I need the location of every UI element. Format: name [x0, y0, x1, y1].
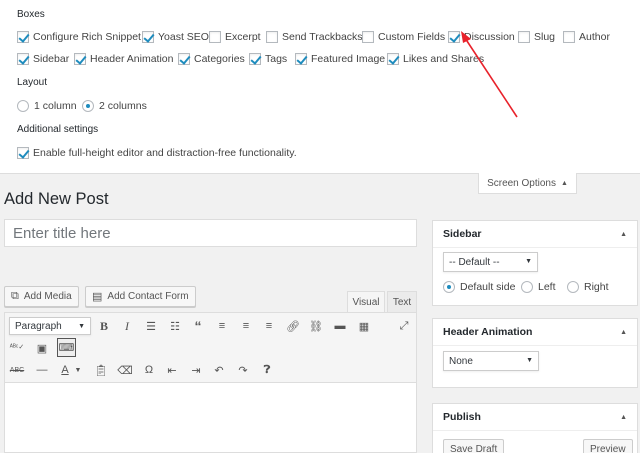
fullheight-editor-option[interactable]: Enable full-height editor and distractio…	[17, 147, 297, 159]
page-title: Add New Post	[4, 190, 109, 208]
save-draft-button[interactable]: Save Draft	[443, 439, 505, 453]
unlink-icon[interactable]: ⛓	[308, 318, 324, 334]
text-color-icon[interactable]: A	[57, 362, 73, 378]
bold-icon[interactable]: B	[96, 318, 112, 334]
radio[interactable]	[567, 281, 579, 293]
box-option-configure-rich-snippet[interactable]: Configure Rich Snippet	[17, 31, 141, 43]
paste-text-icon[interactable]: 📋︎	[93, 362, 109, 378]
box-option-excerpt[interactable]: Excerpt	[209, 31, 261, 43]
post-editor[interactable]: Paragraph ▼ B I ☰ ☷ “ ≡ ≡ ≡ 🔗︎ ⛓ ▬ ▦ ⤢ ᴬᴮ…	[4, 312, 417, 453]
special-character-icon[interactable]: Ω	[141, 362, 157, 378]
arrow-up-icon: ▲	[561, 179, 568, 187]
clear-formatting-icon[interactable]: ⌫	[117, 362, 133, 378]
checkbox[interactable]	[17, 31, 29, 43]
outdent-icon[interactable]: ⇤	[164, 362, 180, 378]
checkbox[interactable]	[142, 31, 154, 43]
sidebar-metabox-header[interactable]: Sidebar ▲	[433, 221, 637, 248]
box-option-featured-image[interactable]: Featured Image	[295, 53, 385, 65]
tab-text[interactable]: Text	[387, 291, 417, 313]
checkbox[interactable]	[178, 53, 190, 65]
box-option-header-animation[interactable]: Header Animation	[74, 53, 173, 65]
checkbox[interactable]	[209, 31, 221, 43]
additional-settings-heading: Additional settings	[17, 124, 99, 135]
add-contact-form-button[interactable]: ▤ Add Contact Form	[85, 286, 196, 307]
preview-button[interactable]: Preview	[583, 439, 633, 453]
radio[interactable]	[443, 281, 455, 293]
header-animation-metabox-header[interactable]: Header Animation ▲	[433, 319, 637, 346]
sidebar-left-radio[interactable]: Left	[521, 281, 556, 293]
strikethrough-icon[interactable]: ABC	[9, 362, 25, 378]
fullscreen-icon[interactable]: ⤢	[396, 318, 412, 334]
layout-heading: Layout	[17, 77, 48, 88]
read-more-icon[interactable]: ▬	[332, 318, 348, 334]
radio[interactable]	[82, 100, 94, 112]
box-option-tags[interactable]: Tags	[249, 53, 287, 65]
checkbox[interactable]	[295, 53, 307, 65]
toolbar-toggle-icon[interactable]: ▦	[356, 318, 372, 334]
arrow-up-icon[interactable]: ▲	[620, 231, 627, 238]
sidebar-right-radio[interactable]: Right	[567, 281, 609, 293]
arrow-up-icon[interactable]: ▲	[620, 414, 627, 421]
align-left-icon[interactable]: ≡	[214, 318, 230, 334]
italic-icon[interactable]: I	[119, 318, 135, 334]
header-animation-metabox: Header Animation ▲ None ▼	[432, 318, 638, 388]
editor-toolbar: Paragraph ▼ B I ☰ ☷ “ ≡ ≡ ≡ 🔗︎ ⛓ ▬ ▦ ⤢ ᴬᴮ…	[5, 313, 416, 383]
chevron-down-icon: ▼	[525, 258, 532, 265]
redo-icon[interactable]: ↷	[235, 362, 251, 378]
checkbox[interactable]	[362, 31, 374, 43]
box-option-author[interactable]: Author	[563, 31, 610, 43]
undo-icon[interactable]: ↶	[211, 362, 227, 378]
horizontal-line-icon[interactable]: —	[34, 362, 50, 378]
arrow-up-icon[interactable]: ▲	[620, 329, 627, 336]
keyboard-icon[interactable]: ⌨	[57, 338, 76, 357]
header-animation-select[interactable]: None ▼	[443, 351, 539, 371]
spellcheck-icon[interactable]: ᴬᴮᶜ✓	[9, 339, 25, 355]
add-media-button[interactable]: ⧉ Add Media	[4, 286, 79, 307]
layout-2-columns-radio[interactable]: 2 columns	[82, 100, 147, 112]
align-center-icon[interactable]: ≡	[238, 318, 254, 334]
blockquote-icon[interactable]: “	[190, 318, 206, 334]
layout-1-column-radio[interactable]: 1 column	[17, 100, 77, 112]
checkbox[interactable]	[17, 53, 29, 65]
sidebar-select[interactable]: -- Default -- ▼	[443, 252, 538, 272]
checkbox[interactable]	[563, 31, 575, 43]
media-icon: ⧉	[11, 290, 19, 302]
checkbox[interactable]	[249, 53, 261, 65]
box-option-custom-fields[interactable]: Custom Fields	[362, 31, 445, 43]
checkbox[interactable]	[266, 31, 278, 43]
numbered-list-icon[interactable]: ☷	[167, 318, 183, 334]
box-option-send-trackbacks[interactable]: Send Trackbacks	[266, 31, 363, 43]
indent-icon[interactable]: ⇥	[188, 362, 204, 378]
publish-metabox-header[interactable]: Publish ▲	[433, 404, 637, 431]
align-right-icon[interactable]: ≡	[261, 318, 277, 334]
chevron-down-icon: ▼	[78, 323, 85, 330]
boxes-heading: Boxes	[17, 9, 45, 20]
publish-metabox: Publish ▲ Save Draft Preview	[432, 403, 638, 453]
sidebar-metabox: Sidebar ▲ -- Default -- ▼ Default side Lef…	[432, 220, 638, 306]
tab-visual[interactable]: Visual	[347, 291, 385, 313]
link-icon[interactable]: 🔗︎	[285, 318, 301, 334]
checkbox[interactable]	[17, 147, 29, 159]
post-title-input[interactable]: Enter title here	[4, 219, 417, 247]
radio[interactable]	[521, 281, 533, 293]
sidebar-default-side-radio[interactable]: Default side	[443, 281, 515, 293]
box-option-sidebar[interactable]: Sidebar	[17, 53, 69, 65]
radio[interactable]	[17, 100, 29, 112]
checkbox[interactable]	[74, 53, 86, 65]
screen-options-tab[interactable]: Screen Options ▲	[478, 173, 577, 194]
checkbox[interactable]	[387, 53, 399, 65]
box-option-categories[interactable]: Categories	[178, 53, 245, 65]
format-select[interactable]: Paragraph ▼	[9, 317, 91, 335]
form-icon: ▤	[92, 291, 103, 303]
help-icon[interactable]: ❓︎	[259, 362, 275, 378]
annotation-arrow	[461, 31, 518, 118]
form-widget-icon[interactable]: ▣	[34, 340, 50, 356]
chevron-down-icon: ▼	[526, 357, 533, 364]
box-option-yoast-seo[interactable]: Yoast SEO	[142, 31, 209, 43]
screen-options-panel: Boxes Configure Rich Snippet Yoast SEO E…	[0, 0, 640, 174]
chevron-down-icon[interactable]: ▼	[73, 362, 83, 378]
bullet-list-icon[interactable]: ☰	[143, 318, 159, 334]
